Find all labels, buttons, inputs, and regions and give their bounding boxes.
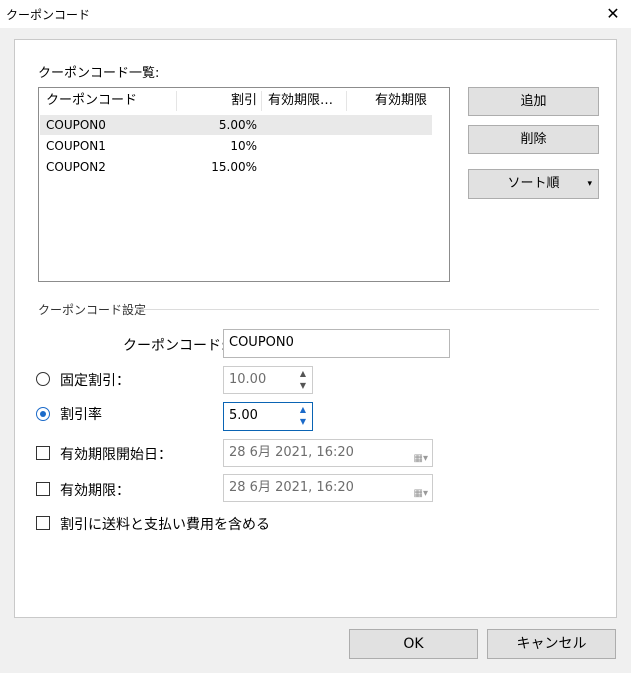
column-header-code[interactable]: クーポンコード	[46, 90, 137, 112]
content-panel: クーポンコード一覧: クーポンコード 割引 有効期限… 有効期限 COUPON0…	[14, 39, 617, 618]
discount-rate-label: 割引率	[60, 407, 102, 423]
spin-down-icon[interactable]: ▼	[295, 380, 311, 392]
delete-button[interactable]: 削除	[468, 125, 599, 154]
coupon-list[interactable]: クーポンコード 割引 有効期限… 有効期限 COUPON0 5.00% COUP…	[38, 87, 450, 282]
cell-discount: 15.00%	[211, 160, 257, 174]
fixed-discount-label: 固定割引：	[60, 373, 130, 389]
discount-rate-value: 5.00	[229, 408, 258, 423]
start-date-value: 28 6月 2021, 16:20	[229, 445, 354, 460]
spin-up-icon[interactable]: ▲	[295, 404, 311, 416]
expiry-date-value: 28 6月 2021, 16:20	[229, 480, 354, 495]
fixed-discount-radio[interactable]	[36, 372, 50, 386]
table-row[interactable]: COUPON2 15.00%	[40, 157, 432, 177]
table-row[interactable]: COUPON1 10%	[40, 136, 432, 156]
window-title: クーポンコード	[6, 8, 91, 22]
cell-code: COUPON2	[46, 160, 106, 174]
fixed-discount-value: 10.00	[229, 372, 267, 387]
ok-button[interactable]: OK	[349, 629, 478, 659]
cell-code: COUPON0	[46, 118, 106, 132]
expiry-date-checkbox[interactable]	[36, 482, 50, 496]
spin-up-icon[interactable]: ▲	[295, 368, 311, 380]
table-row[interactable]: COUPON0 5.00%	[40, 115, 432, 135]
discount-rate-input[interactable]: 5.00 ▲ ▼	[223, 402, 313, 431]
cell-code: COUPON1	[46, 139, 106, 153]
coupon-code-input[interactable]: COUPON0	[223, 329, 450, 358]
include-fees-checkbox[interactable]	[36, 516, 50, 530]
discount-rate-radio[interactable]	[36, 407, 50, 421]
settings-section-label: クーポンコード設定	[38, 303, 147, 317]
spin-down-icon[interactable]: ▼	[295, 416, 311, 428]
cancel-button[interactable]: キャンセル	[487, 629, 616, 659]
start-date-label: 有効期限開始日：	[60, 447, 172, 463]
start-date-checkbox[interactable]	[36, 446, 50, 460]
close-button[interactable]: ✕	[595, 0, 631, 28]
expiry-date-picker[interactable]: 28 6月 2021, 16:20 ▦▾	[223, 474, 433, 502]
cell-discount: 10%	[230, 139, 257, 153]
coupon-code-label: クーポンコード:	[123, 338, 226, 354]
column-header-start[interactable]: 有効期限…	[268, 90, 333, 112]
section-divider	[136, 309, 599, 310]
calendar-dropdown-icon[interactable]: ▦▾	[414, 446, 428, 472]
calendar-dropdown-icon[interactable]: ▦▾	[414, 481, 428, 507]
start-date-picker[interactable]: 28 6月 2021, 16:20 ▦▾	[223, 439, 433, 467]
fixed-discount-input[interactable]: 10.00 ▲ ▼	[223, 366, 313, 394]
cell-discount: 5.00%	[218, 118, 257, 132]
fixed-discount-stepper[interactable]: ▲ ▼	[295, 368, 311, 392]
close-icon: ✕	[606, 4, 620, 23]
sort-order-label: ソート順	[507, 176, 560, 191]
title-bar: クーポンコード ✕	[0, 0, 631, 28]
expiry-date-label: 有効期限：	[60, 483, 130, 499]
column-header-discount[interactable]: 割引	[177, 90, 257, 112]
column-separator[interactable]	[261, 91, 262, 111]
chevron-down-icon: ▾	[587, 179, 592, 189]
coupon-list-label: クーポンコード一覧:	[38, 66, 160, 81]
sort-order-button[interactable]: ソート順 ▾	[468, 169, 599, 199]
column-header-expiry[interactable]: 有効期限	[347, 90, 427, 112]
add-button[interactable]: 追加	[468, 87, 599, 116]
include-fees-label: 割引に送料と支払い費用を含める	[60, 517, 270, 533]
discount-rate-stepper[interactable]: ▲ ▼	[295, 404, 311, 428]
